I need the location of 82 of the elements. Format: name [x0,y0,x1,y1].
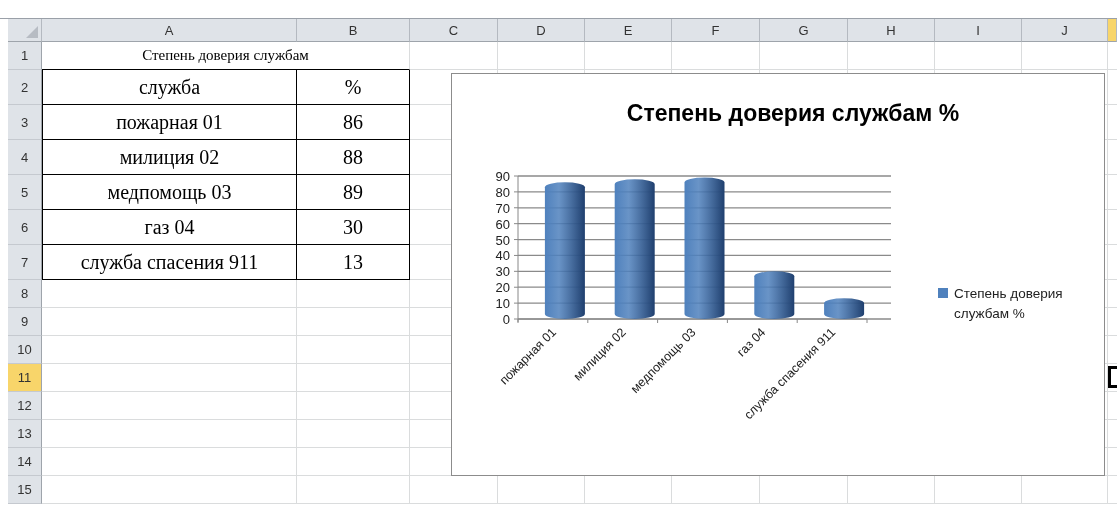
grid-cell[interactable] [935,476,1022,504]
grid-cell[interactable] [42,280,297,308]
legend-label: Степень доверия службам % [954,285,1064,323]
select-all-corner[interactable] [8,19,42,42]
table-cell: пожарная 01 [42,105,297,140]
grid-cell[interactable] [42,420,297,448]
axis-label: 60 [495,216,510,232]
column-header[interactable]: I [935,19,1022,42]
active-cell-border[interactable] [1108,366,1117,388]
grid-cell[interactable] [297,364,410,392]
grid-cell[interactable] [297,448,410,476]
table-title: Степень доверия службам [42,42,410,70]
axis-label: 20 [495,280,510,296]
column-header[interactable]: H [848,19,935,42]
column-heading: % [297,70,410,105]
axis-label: 10 [495,296,510,312]
column-header[interactable]: A [42,19,297,42]
axis-label: газ 04 [734,325,769,360]
axis-label: 50 [495,232,510,248]
grid-cell[interactable] [297,336,410,364]
grid-cell[interactable] [1108,364,1117,392]
axis-label: 0 [502,312,510,327]
table-cell: 88 [297,140,410,175]
grid-cell[interactable] [297,280,410,308]
row-header[interactable]: 13 [8,420,42,448]
axis-label: 30 [495,264,510,280]
column-header[interactable] [1108,19,1117,42]
grid-cell[interactable] [297,392,410,420]
grid-cell[interactable] [585,476,672,504]
row-header[interactable]: 5 [8,175,42,210]
table-cell: 86 [297,105,410,140]
grid-cell[interactable] [760,476,848,504]
row-header[interactable]: 8 [8,280,42,308]
column-header[interactable]: D [498,19,585,42]
column-header[interactable]: F [672,19,760,42]
column-header[interactable]: J [1022,19,1108,42]
grid-cell[interactable] [1022,476,1108,504]
axis-label: 40 [495,248,510,264]
column-header[interactable]: E [585,19,672,42]
row-header[interactable]: 7 [8,245,42,280]
row-header[interactable]: 11 [8,364,42,392]
grid-cell[interactable] [42,476,297,504]
row-header[interactable]: 14 [8,448,42,476]
table-cell: 13 [297,245,410,280]
grid-cell[interactable] [42,392,297,420]
table-cell: 30 [297,210,410,245]
table-cell: милиция 02 [42,140,297,175]
grid-cell[interactable] [42,308,297,336]
row-header[interactable]: 1 [8,42,42,70]
grid-cell[interactable] [42,364,297,392]
row-header[interactable]: 4 [8,140,42,175]
bar [824,298,865,319]
grid-cell[interactable] [848,476,935,504]
row-header[interactable]: 3 [8,105,42,140]
column-header[interactable]: G [760,19,848,42]
row-header[interactable]: 6 [8,210,42,245]
corner-triangle-icon [26,26,38,38]
bar [754,271,795,319]
grid-cell[interactable] [42,448,297,476]
column-heading: служба [42,70,297,105]
column-header[interactable]: B [297,19,410,42]
grid-cell[interactable] [297,420,410,448]
table-cell: медпомощь 03 [42,175,297,210]
row-header[interactable]: 12 [8,392,42,420]
grid-cell[interactable] [672,476,760,504]
axis-label: 70 [495,200,510,216]
grid-cell[interactable] [297,476,410,504]
column-header[interactable]: C [410,19,498,42]
table-cell: газ 04 [42,210,297,245]
row-header[interactable]: 2 [8,70,42,105]
row-header[interactable]: 9 [8,308,42,336]
grid-cell[interactable] [42,336,297,364]
row-header[interactable]: 15 [8,476,42,504]
row-header[interactable]: 10 [8,336,42,364]
table-cell: служба спасения 911 [42,245,297,280]
grid-cell[interactable] [410,476,498,504]
grid-cell[interactable] [498,476,585,504]
chart-title: Степень доверия службам % [625,99,961,127]
axis-label: 80 [495,184,510,200]
grid-cell[interactable] [297,308,410,336]
axis-label: 90 [495,169,510,184]
table-cell: 89 [297,175,410,210]
